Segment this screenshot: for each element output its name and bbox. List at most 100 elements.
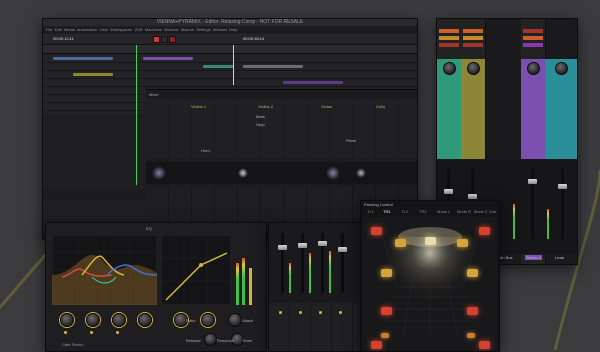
speaker-icon[interactable] <box>457 239 468 247</box>
menu-media[interactable]: Media <box>64 27 75 32</box>
mute-led[interactable] <box>279 311 282 314</box>
fader-handle[interactable] <box>558 184 567 189</box>
menu-automation[interactable]: Automation <box>77 27 97 32</box>
mute-led[interactable] <box>299 311 302 314</box>
plugin-thumb-glow[interactable] <box>326 166 340 180</box>
pan-knob[interactable] <box>555 62 568 75</box>
level-meter <box>329 251 331 293</box>
clip[interactable] <box>203 65 233 68</box>
speaker-icon[interactable] <box>425 237 436 245</box>
eq-graph[interactable] <box>52 235 157 305</box>
channel-faders-window <box>268 222 362 352</box>
speaker-icon[interactable] <box>381 333 389 338</box>
release-knob[interactable] <box>228 313 242 327</box>
speaker-icon[interactable] <box>467 307 478 315</box>
plugin-thumb-glow[interactable] <box>238 168 248 178</box>
tab-mode-l[interactable]: Mode L <box>437 209 450 214</box>
tab-sub[interactable]: Sub <box>489 209 496 214</box>
record-button[interactable] <box>169 36 176 43</box>
clip[interactable] <box>73 73 113 76</box>
attack-knob[interactable] <box>201 313 215 327</box>
band-led[interactable] <box>116 331 119 334</box>
eq-knob[interactable] <box>60 313 74 327</box>
stop-button[interactable] <box>161 36 168 43</box>
fader-handle[interactable] <box>278 245 287 250</box>
fader-track[interactable] <box>341 233 344 293</box>
menu-vdr[interactable]: VDR <box>134 27 142 32</box>
clip-label: Violins 1 <box>191 104 207 109</box>
speaker-icon[interactable] <box>467 269 478 277</box>
fader-track[interactable] <box>281 233 284 293</box>
tab-tr2[interactable]: TR2 <box>419 209 427 214</box>
tab-tl2[interactable]: TL2 <box>401 209 408 214</box>
eq-knob[interactable] <box>138 313 152 327</box>
menu-machines[interactable]: Machines <box>145 27 162 32</box>
pan-knob[interactable] <box>467 62 480 75</box>
band-led[interactable] <box>90 331 93 334</box>
dynamics-graph[interactable] <box>161 235 231 305</box>
menu-settings[interactable]: Settings <box>196 27 210 32</box>
menu-view[interactable]: View <box>99 27 108 32</box>
timecode-right: 00:00:18:14 <box>243 36 265 41</box>
menu-help[interactable]: Help <box>229 27 237 32</box>
level-meter <box>513 204 515 239</box>
tab-tr1[interactable]: TR1 <box>383 209 391 214</box>
tab-mode-r[interactable]: Mode R <box>457 209 471 214</box>
clip-label: Violins 2 <box>258 104 274 109</box>
speaker-icon[interactable] <box>467 333 475 338</box>
eq-plugin-window: EQ Ratio Attack Release Threshold Knee G… <box>45 222 267 352</box>
tab-mods-c[interactable]: Mods C <box>474 209 488 214</box>
timeline-ruler[interactable] <box>43 45 417 54</box>
plugin-thumb-glow[interactable] <box>356 168 366 178</box>
band-led[interactable] <box>64 331 67 334</box>
bus-label: Stereo 2 <box>525 255 543 260</box>
clip[interactable] <box>283 81 343 84</box>
eq-footer: Gate Stereo <box>62 342 84 347</box>
pan-knob[interactable] <box>443 62 456 75</box>
mute-led[interactable] <box>339 311 342 314</box>
fader-handle[interactable] <box>528 179 537 184</box>
input-meter <box>236 263 239 305</box>
menu-edit[interactable]: Edit <box>55 27 62 32</box>
plugin-thumb-glow[interactable] <box>152 166 166 180</box>
threshold-label: Threshold <box>216 338 234 343</box>
speaker-icon[interactable] <box>371 227 382 235</box>
fader-handle[interactable] <box>444 189 453 194</box>
playhead-2[interactable] <box>233 45 234 85</box>
eq-title: EQ <box>146 226 152 231</box>
speaker-icon[interactable] <box>381 269 392 277</box>
bus-label: Lead <box>555 255 564 260</box>
fader-handle[interactable] <box>298 243 307 248</box>
menu-window[interactable]: Window <box>164 27 178 32</box>
speaker-icon[interactable] <box>395 239 406 247</box>
tab-tl1[interactable]: TL1 <box>367 209 374 214</box>
eq-knob[interactable] <box>86 313 100 327</box>
level-meter <box>289 263 291 293</box>
menu-file[interactable]: File <box>46 27 52 32</box>
menu-macros[interactable]: Macros <box>181 27 194 32</box>
playhead[interactable] <box>136 45 137 185</box>
speaker-icon[interactable] <box>479 227 490 235</box>
clip[interactable] <box>243 65 303 68</box>
panning-control-window: Panning Control TL1 TR1 TL2 TR2 Mode L M… <box>360 200 500 352</box>
window-title: VIENNA+PYRAMIX - Editor: Relaxing Comp -… <box>156 19 304 25</box>
menu-workspaces[interactable]: Workspaces <box>110 27 132 32</box>
fader-handle[interactable] <box>468 194 477 199</box>
level-meter <box>547 209 549 239</box>
menu-window-2[interactable]: Window <box>213 27 227 32</box>
fader-handle[interactable] <box>318 241 327 246</box>
pan-knob[interactable] <box>527 62 540 75</box>
speaker-icon[interactable] <box>381 307 392 315</box>
play-button[interactable] <box>153 36 160 43</box>
clip[interactable] <box>143 57 193 60</box>
menu-bar: File Edit Media Automation View Workspac… <box>43 27 417 33</box>
fader-handle[interactable] <box>338 247 347 252</box>
speaker-icon[interactable] <box>371 341 382 349</box>
panning-title: Panning Control <box>364 202 393 207</box>
clip[interactable] <box>53 57 113 60</box>
fader-track[interactable] <box>301 233 304 293</box>
speaker-icon[interactable] <box>479 341 490 349</box>
mute-led[interactable] <box>319 311 322 314</box>
fader-track[interactable] <box>561 169 564 239</box>
eq-knob[interactable] <box>112 313 126 327</box>
